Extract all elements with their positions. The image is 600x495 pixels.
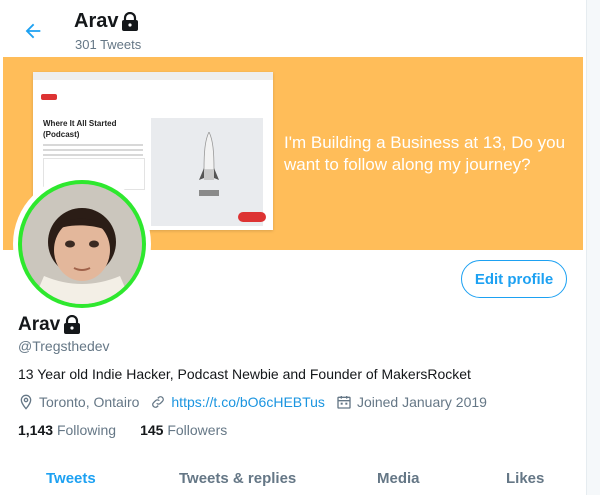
tab-tweets[interactable]: Tweets [46,470,96,487]
rocket-icon [199,132,219,196]
location-icon [20,394,32,410]
profile-name: Arav [18,314,61,335]
avatar-photo [22,184,142,304]
link-icon [152,396,165,408]
edit-profile-button[interactable]: Edit profile [461,260,567,298]
page-gutter [587,0,600,495]
header-name: Arav [74,10,119,32]
lock-icon [64,315,81,334]
profile-name-row: Arav [18,314,81,336]
profile-meta: Toronto, Ontairo https://t.co/bO6cHEBTus… [18,394,498,410]
location-item: Toronto, Ontairo [18,394,139,410]
profile-tabs: Tweets Tweets & replies Media Likes [0,462,586,495]
screenshot-text-lines [43,144,143,159]
following-count: 1,143 [18,422,54,438]
followers-label: Followers [167,422,228,438]
calendar-icon [337,396,351,409]
following-stat[interactable]: 1,143 Following [18,422,116,438]
followers-stat[interactable]: 145 Followers [140,422,227,438]
screenshot-button [238,212,266,222]
avatar[interactable] [13,175,151,313]
following-label: Following [56,422,117,438]
lock-icon [122,11,139,31]
site-logo [41,94,57,100]
screenshot-title: Where It All Started (Podcast) [43,119,117,139]
rocket-photo [151,118,263,226]
banner-text: I'm Building a Business at 13, Do you wa… [284,133,566,174]
joined-item: Joined January 2019 [336,394,487,410]
followers-count: 145 [140,422,164,438]
tab-tweets-and-replies[interactable]: Tweets & replies [179,470,296,487]
back-arrow-icon[interactable] [22,20,44,42]
joined-text: Joined January 2019 [356,394,487,410]
profile-bio: 13 Year old Indie Hacker, Podcast Newbie… [18,366,471,382]
avatar-ring [18,180,146,308]
tweet-count: 301 Tweets [75,37,142,52]
profile-handle: @Tregsthedev [18,338,110,354]
profile-link[interactable]: https://t.co/bO6cHEBTus [171,394,325,410]
follow-stats: 1,143 Following 145 Followers [18,422,227,438]
browser-bar [33,72,273,80]
tab-media[interactable]: Media [377,470,420,487]
tab-likes[interactable]: Likes [506,470,544,487]
location-text: Toronto, Ontairo [39,394,140,410]
header-title: Arav [74,10,139,33]
link-item: https://t.co/bO6cHEBTus [150,394,325,410]
